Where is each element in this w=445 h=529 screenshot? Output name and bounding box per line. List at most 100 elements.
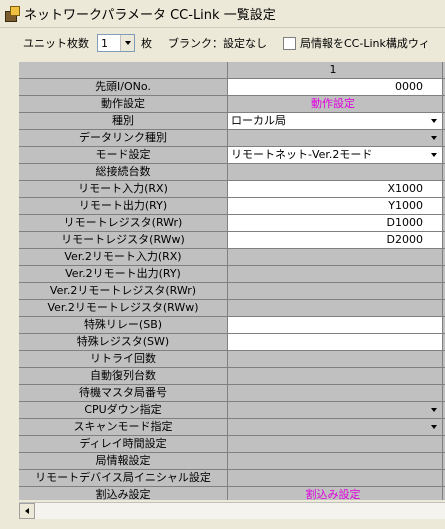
table-row: Ver.2リモートレジスタ(RWw) [19,300,445,317]
row-label: 特殊リレー(SB) [19,317,228,334]
row-value-text: D2000 [386,233,423,246]
row-value-cell[interactable]: 0000 [228,79,445,96]
chevron-down-icon[interactable] [427,421,440,433]
row-value-text: ローカル局 [231,114,286,127]
row-value-cell[interactable]: D2000 [228,232,445,249]
row-value-cell[interactable] [228,402,445,419]
row-label: リモートレジスタ(RWr) [19,215,228,232]
row-label: リモートレジスタ(RWw) [19,232,228,249]
row-label: Ver.2リモートレジスタ(RWw) [19,300,228,317]
chevron-down-icon[interactable] [120,35,134,51]
row-label: 総接続台数 [19,164,228,181]
row-value-text: 動作設定 [311,97,355,110]
station-info-label: 局情報をCC-Link構成ウィ [300,37,430,50]
row-label: リモート入力(RX) [19,181,228,198]
row-value-cell[interactable]: D1000 [228,215,445,232]
row-value-cell[interactable]: Y1000 [228,198,445,215]
row-label: Ver.2リモート入力(RX) [19,249,228,266]
unit-count-value: 1 [101,36,108,50]
table-row: ディレイ時間設定 [19,436,445,453]
table-row: Ver.2リモート入力(RX) [19,249,445,266]
row-value-cell[interactable] [228,130,445,147]
row-value-cell[interactable] [228,283,445,300]
row-label: 自動復列台数 [19,368,228,385]
row-value-cell[interactable] [228,249,445,266]
table-row: 動作設定 動作設定 [19,96,445,113]
table-row: モード設定 リモートネット-Ver.2モード [19,147,445,164]
row-value-text: D1000 [386,216,423,229]
table-row: リモートレジスタ(RWr) D1000 [19,215,445,232]
table-row: 総接続台数 [19,164,445,181]
table-row: リトライ回数 [19,351,445,368]
table-row: リモートレジスタ(RWw) D2000 [19,232,445,249]
row-value-cell[interactable] [228,368,445,385]
row-value-cell[interactable] [228,300,445,317]
row-label: データリンク種別 [19,130,228,147]
chevron-down-icon[interactable] [427,149,440,161]
title-bar: ネットワークパラメータ CC-Link 一覧設定 [0,0,445,26]
row-label: 局情報設定 [19,453,228,470]
row-value-text: X1000 [387,182,423,195]
table-row: 自動復列台数 [19,368,445,385]
row-value-cell[interactable] [228,334,445,351]
row-label: リモート出力(RY) [19,198,228,215]
row-label: 待機マスタ局番号 [19,385,228,402]
table-row: 特殊レジスタ(SW) [19,334,445,351]
unit-count-select[interactable]: 1 [97,34,135,52]
chevron-down-icon[interactable] [427,132,440,144]
horizontal-scrollbar[interactable] [19,502,445,519]
chevron-down-icon[interactable] [427,404,440,416]
row-value-cell[interactable]: ローカル局 [228,113,445,130]
corner-header-cell [19,62,228,79]
row-label: スキャンモード指定 [19,419,228,436]
table-row: リモートデバイス局イニシャル設定 [19,470,445,487]
column-header-row: 1 [19,62,445,79]
row-value-cell[interactable] [228,436,445,453]
row-value-cell[interactable] [228,453,445,470]
row-value-cell[interactable] [228,419,445,436]
row-label: CPUダウン指定 [19,402,228,419]
row-label: モード設定 [19,147,228,164]
row-value-cell[interactable] [228,266,445,283]
table-row: スキャンモード指定 [19,419,445,436]
row-value-cell[interactable]: 動作設定 [228,96,445,113]
station-info-option[interactable]: 局情報をCC-Link構成ウィ [283,35,430,51]
row-value-cell[interactable]: X1000 [228,181,445,198]
blank-setting-label: ブランク：設定なし [168,37,267,50]
row-label: 先頭I/ONo. [19,79,228,96]
column-header-1[interactable]: 1 [228,62,445,79]
unit-count-label: ユニット枚数 [23,37,89,50]
row-label: 割込み設定 [19,487,228,500]
table-row: リモート入力(RX) X1000 [19,181,445,198]
row-value-cell[interactable] [228,317,445,334]
table-row: 種別 ローカル局 [19,113,445,130]
row-label: 種別 [19,113,228,130]
row-value-text: リモートネット-Ver.2モード [231,148,373,161]
table-row: 先頭I/ONo. 0000 [19,79,445,96]
row-label: Ver.2リモートレジスタ(RWr) [19,283,228,300]
scroll-left-icon[interactable] [19,503,35,519]
network-app-icon [4,5,20,22]
row-value-cell[interactable]: リモートネット-Ver.2モード [228,147,445,164]
station-info-checkbox[interactable] [283,36,296,50]
row-label: Ver.2リモート出力(RY) [19,266,228,283]
row-label: ディレイ時間設定 [19,436,228,453]
column-header-label: 1 [329,63,337,76]
unit-count-suffix: 枚 [141,37,152,50]
table-row: Ver.2リモート出力(RY) [19,266,445,283]
row-value-cell[interactable]: 割込み設定 [228,487,445,500]
row-label: リトライ回数 [19,351,228,368]
row-label: 特殊レジスタ(SW) [19,334,228,351]
table-row: 割込み設定 割込み設定 [19,487,445,500]
table-row: CPUダウン指定 [19,402,445,419]
table-row: 待機マスタ局番号 [19,385,445,402]
row-value-cell[interactable] [228,385,445,402]
row-value-text: 割込み設定 [305,488,361,500]
row-value-cell[interactable] [228,164,445,181]
row-value-cell[interactable] [228,470,445,487]
title-separator [0,27,445,28]
table-row: Ver.2リモートレジスタ(RWr) [19,283,445,300]
chevron-down-icon[interactable] [427,115,440,127]
row-value-cell[interactable] [228,351,445,368]
parameter-grid: 1 先頭I/ONo. 0000 動作設定 動作設定 種別 ローカル局 データリンク種別 モード設… [19,62,445,500]
